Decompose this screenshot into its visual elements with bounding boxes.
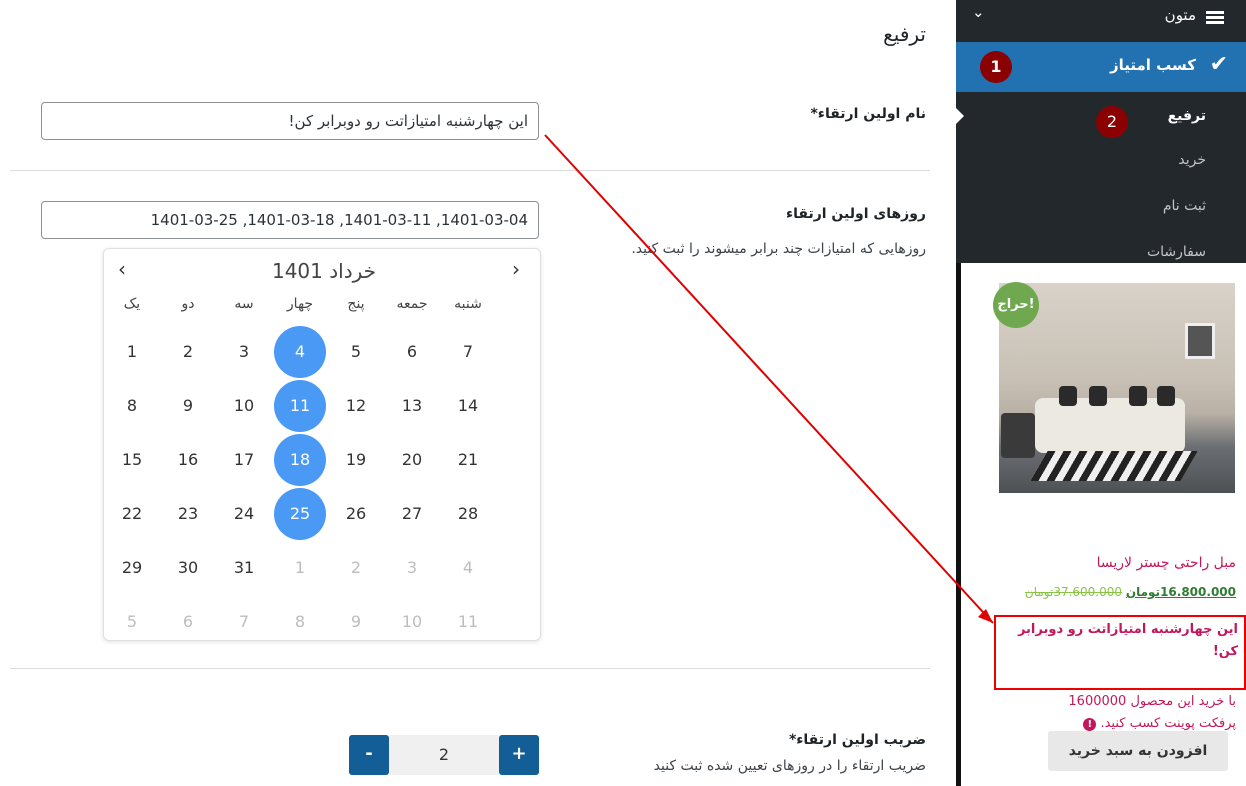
annotation-arrow-line xyxy=(544,134,994,624)
annotation-arrow-head xyxy=(978,609,993,623)
annotation-arrow xyxy=(544,134,994,624)
